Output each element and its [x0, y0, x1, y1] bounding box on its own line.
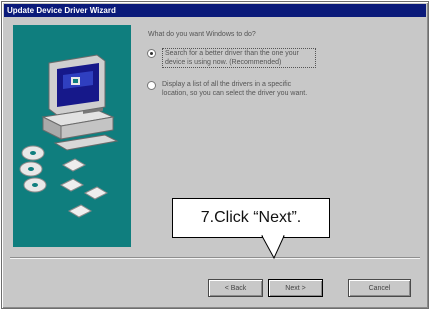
next-button[interactable]: Next > [268, 279, 323, 297]
wizard-window: Update Device Driver Wizard What do you … [1, 1, 429, 309]
cd-icon [19, 145, 47, 193]
option-search-label: Search for a better driver than the one … [162, 48, 316, 68]
window-title: Update Device Driver Wizard [7, 6, 116, 15]
back-button[interactable]: < Back [208, 279, 263, 297]
title-bar[interactable]: Update Device Driver Wizard [4, 4, 426, 17]
option-display-driver-list[interactable]: Display a list of all the drivers in a s… [147, 80, 310, 98]
divider [10, 257, 420, 259]
option-display-label: Display a list of all the drivers in a s… [162, 81, 308, 97]
instruction-callout: 7.Click “Next”. [172, 198, 330, 238]
computer-illustration-icon [19, 54, 119, 218]
wizard-illustration [13, 25, 131, 247]
wizard-question: What do you want Windows to do? [148, 31, 256, 38]
radio-search-better-driver[interactable] [147, 49, 156, 58]
option-search-better-driver[interactable]: Search for a better driver than the one … [147, 48, 316, 68]
cancel-button[interactable]: Cancel [348, 279, 411, 297]
floppy-disk-icon [59, 158, 109, 218]
radio-display-driver-list[interactable] [147, 81, 156, 90]
